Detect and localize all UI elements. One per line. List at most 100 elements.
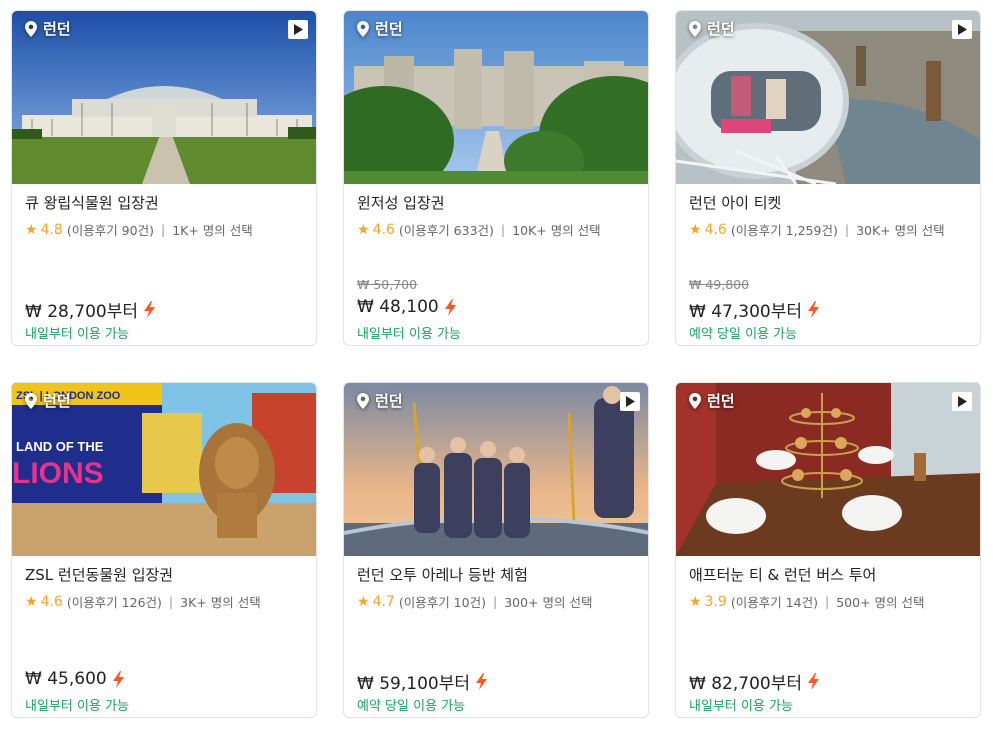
meta-divider: | [500,222,506,237]
lightning-bolt-icon [807,673,819,690]
selection-count: 30K+ 명의 선택 [856,223,945,238]
play-icon [294,24,303,35]
product-title[interactable]: ZSL 런던동물원 입장권 [25,564,173,585]
map-pin-icon [689,392,701,409]
price-row: ₩ 48,100 [357,297,456,317]
selection-count: 1K+ 명의 선택 [172,223,253,238]
rating-value: 4.7 [372,593,395,610]
price-value: ₩ 82,700부터 [689,674,802,694]
product-image[interactable]: 런던 [676,11,980,184]
play-icon [626,396,635,407]
selection-count: 300+ 명의 선택 [504,595,593,610]
location-text: 런던 [707,20,735,38]
location-label: 런던 [357,390,403,411]
product-image[interactable]: 런던 [344,11,648,184]
product-title[interactable]: 큐 왕립식물원 입장권 [25,192,159,213]
rating-row: ★ 4.7 (이용후기 10건) | 300+ 명의 선택 [357,592,592,611]
rating-value: 4.6 [704,221,727,238]
location-label: 런던 [25,18,71,39]
map-pin-icon [357,20,369,37]
rating-value: 4.6 [372,221,395,238]
product-card-windsor-castle[interactable]: 런던 윈저성 입장권 ★ 4.6 (이용후기 633건) | 10K+ 명의 선… [343,10,649,346]
product-title[interactable]: 애프터눈 티 & 런던 버스 투어 [689,564,876,585]
location-text: 런던 [43,20,71,38]
star-icon: ★ [689,221,702,238]
lightning-bolt-icon [444,298,456,316]
location-text: 런던 [375,392,403,410]
price-value: ₩ 59,100부터 [357,674,470,694]
product-card-kew-gardens[interactable]: 런던 큐 왕립식물원 입장권 ★ 4.8 (이용후기 90건) | 1K+ 명의… [11,10,317,346]
video-button[interactable] [952,392,972,411]
star-icon: ★ [357,593,370,610]
product-card-afternoon-tea-bus[interactable]: 런던 애프터눈 티 & 런던 버스 투어 ★ 3.9 (이용후기 14건) | … [675,382,981,718]
star-icon: ★ [689,593,702,610]
product-title[interactable]: 런던 오투 아레나 등반 체험 [357,564,528,585]
rating-row: ★ 3.9 (이용후기 14건) | 500+ 명의 선택 [689,592,924,611]
star-icon: ★ [25,593,38,610]
product-card-o2-arena-climb[interactable]: 런던 런던 오투 아레나 등반 체험 ★ 4.7 (이용후기 10건) | 30… [343,382,649,718]
rating-row: ★ 4.6 (이용후기 126건) | 3K+ 명의 선택 [25,592,261,611]
selection-count: 500+ 명의 선택 [836,595,925,610]
selection-count: 10K+ 명의 선택 [512,223,601,238]
price-row: ₩ 82,700부터 [689,669,819,694]
availability-label: 내일부터 이용 가능 [357,327,461,342]
map-pin-icon [25,392,37,409]
rating-value: 4.6 [40,593,63,610]
product-image[interactable]: 런던 [676,383,980,556]
location-label: 런던 [689,18,735,39]
rating-value: 3.9 [704,593,727,610]
product-title[interactable]: 런던 아이 티켓 [689,192,781,213]
availability-label: 내일부터 이용 가능 [689,699,793,714]
original-price: ₩ 49,800 [689,277,750,292]
price-value: ₩ 45,600 [25,669,107,689]
meta-divider: | [160,222,166,237]
review-count: (이용후기 14건) [730,595,818,610]
meta-divider: | [492,594,498,609]
product-image[interactable]: 런던 [12,11,316,184]
price-row: ₩ 47,300부터 [689,297,819,322]
star-icon: ★ [25,221,38,238]
price-value: ₩ 48,100 [357,297,439,317]
lightning-bolt-icon [143,301,155,318]
availability-label: 내일부터 이용 가능 [25,327,129,342]
star-icon: ★ [357,221,370,238]
zoo-banner-line1: LAND OF THE [16,439,104,454]
meta-divider: | [844,222,850,237]
video-button[interactable] [952,20,972,39]
availability-label: 예약 당일 이용 가능 [689,327,798,342]
review-count: (이용후기 10건) [398,595,486,610]
map-pin-icon [25,20,37,37]
selection-count: 3K+ 명의 선택 [180,595,261,610]
review-count: (이용후기 1,259건) [730,223,838,238]
price-row: ₩ 45,600 [25,669,124,689]
lightning-bolt-icon [475,673,487,690]
product-title[interactable]: 윈저성 입장권 [357,192,445,213]
play-icon [958,24,967,35]
map-pin-icon [357,392,369,409]
location-text: 런던 [43,392,71,410]
meta-divider: | [168,594,174,609]
location-label: 런던 [25,390,71,411]
zoo-banner-line2: LIONS [12,457,104,490]
play-icon [958,396,967,407]
product-card-london-eye[interactable]: 런던 런던 아이 티켓 ★ 4.6 (이용후기 1,259건) | 30K+ 명… [675,10,981,346]
rating-row: ★ 4.6 (이용후기 633건) | 10K+ 명의 선택 [357,220,601,239]
lightning-bolt-icon [807,301,819,318]
product-card-zsl-london-zoo[interactable]: ZSL | LONDON ZOO LAND OF THE LIONS 런던 ZS… [11,382,317,718]
review-count: (이용후기 633건) [398,223,494,238]
video-button[interactable] [288,20,308,39]
meta-divider: | [824,594,830,609]
video-button[interactable] [620,392,640,411]
availability-label: 내일부터 이용 가능 [25,699,129,714]
product-image[interactable]: 런던 [344,383,648,556]
review-count: (이용후기 90건) [66,223,154,238]
location-text: 런던 [375,20,403,38]
rating-value: 4.8 [40,221,63,238]
price-value: ₩ 28,700부터 [25,302,138,322]
location-text: 런던 [707,392,735,410]
lightning-bolt-icon [112,670,124,688]
rating-row: ★ 4.6 (이용후기 1,259건) | 30K+ 명의 선택 [689,220,945,239]
original-price: ₩ 50,700 [357,277,418,292]
product-image[interactable]: ZSL | LONDON ZOO LAND OF THE LIONS 런던 [12,383,316,556]
availability-label: 예약 당일 이용 가능 [357,699,466,714]
